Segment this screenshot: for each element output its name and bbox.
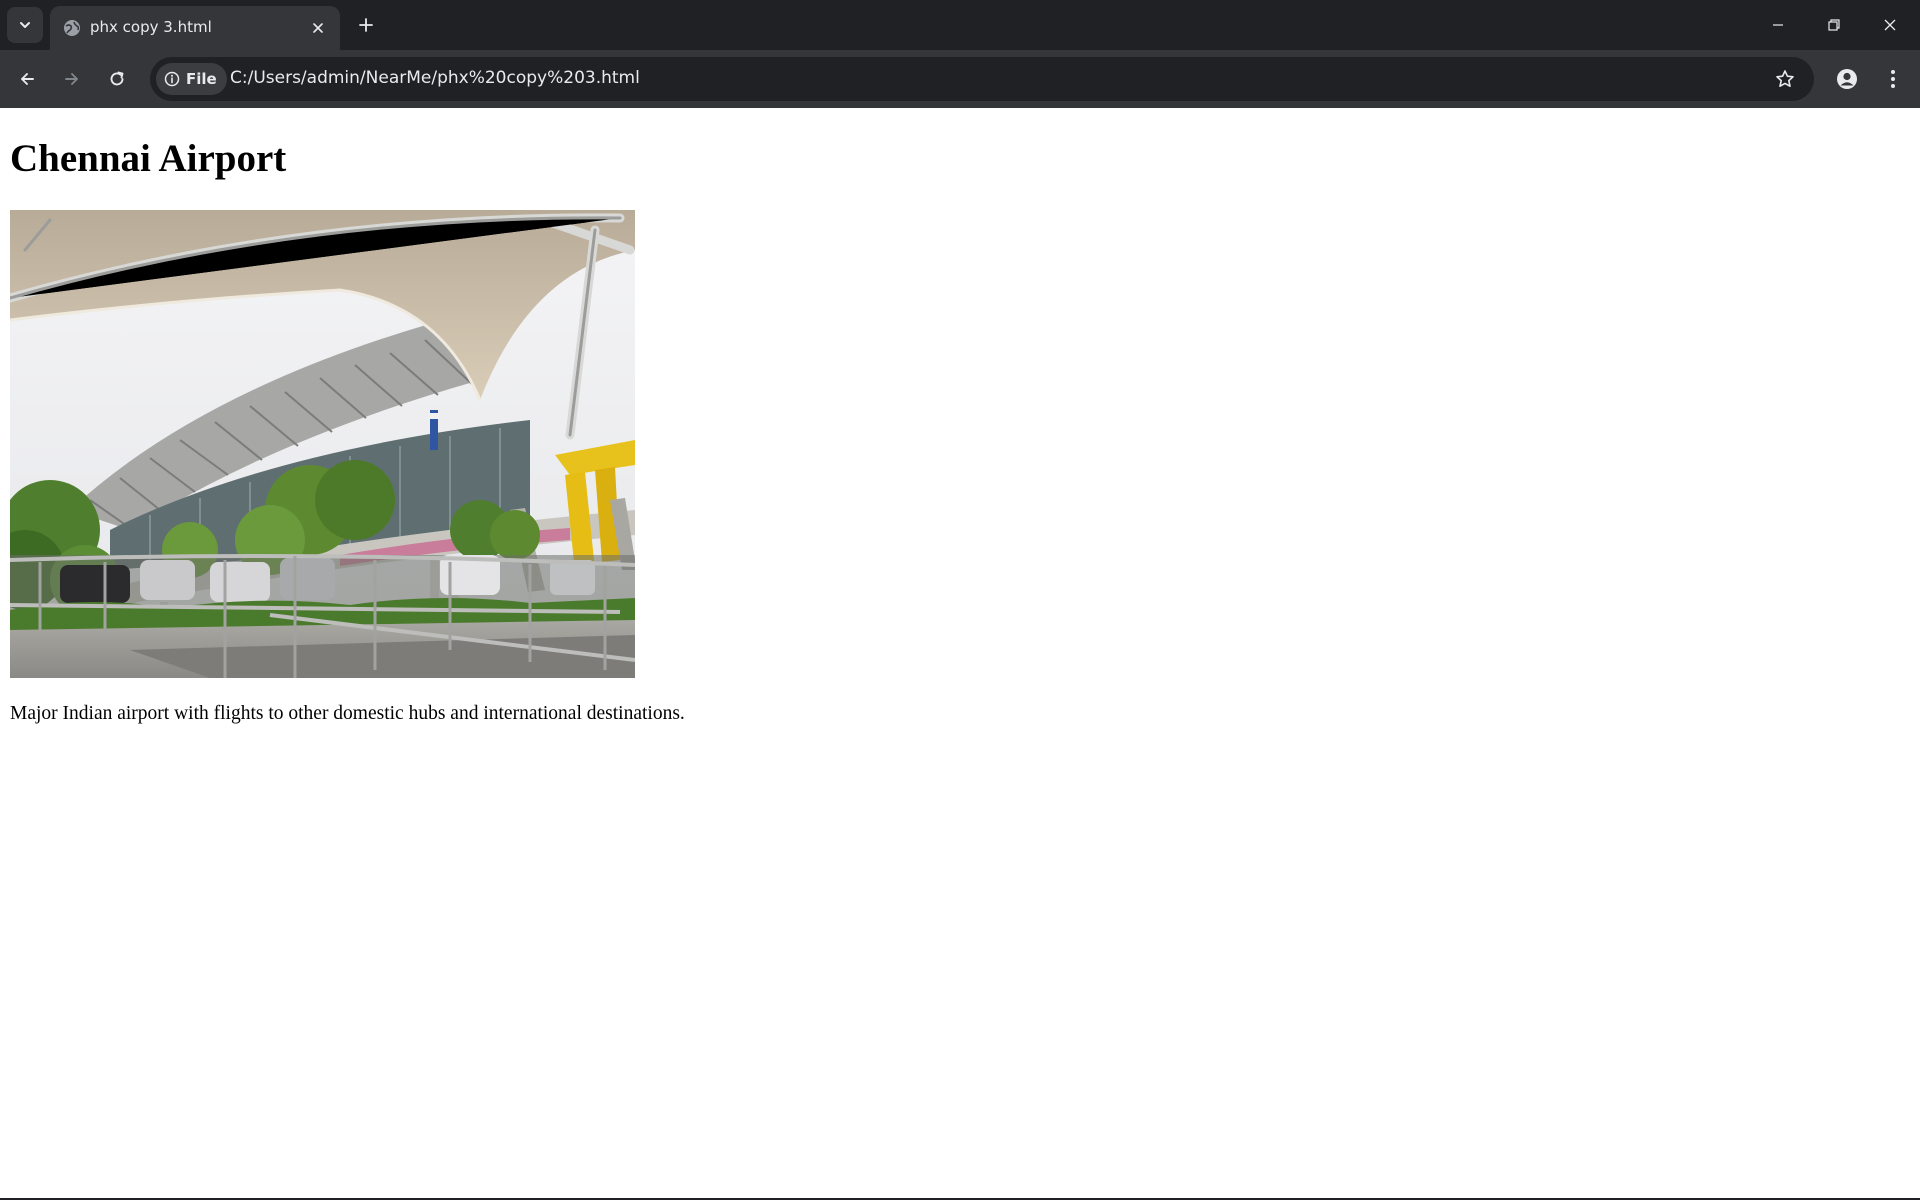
address-bar[interactable]: File C:/Users/admin/NearMe/phx%20copy%20… (150, 57, 1814, 101)
reload-icon (110, 71, 124, 86)
site-info-chip[interactable]: File (156, 63, 227, 95)
site-chip-label: File (186, 70, 217, 88)
tab-title: phx copy 3.html (90, 18, 212, 36)
chevron-down-icon (20, 22, 30, 28)
page-viewport: Chennai Airport Major Indian airport wit… (0, 108, 1920, 1200)
profile-button[interactable] (1830, 62, 1864, 96)
person-icon (1837, 69, 1857, 89)
minimize-button[interactable] (1750, 0, 1806, 50)
tab-search-button[interactable] (7, 7, 43, 43)
tab-close-button[interactable] (308, 18, 328, 38)
airport-terminal-photo (10, 210, 635, 678)
arrow-right-icon (65, 73, 78, 85)
window-close-button[interactable] (1862, 0, 1918, 50)
forward-button[interactable] (54, 61, 90, 97)
more-vertical-icon (1891, 70, 1895, 88)
browser-menu-button[interactable] (1876, 62, 1910, 96)
plus-icon (359, 18, 373, 32)
globe-icon (64, 20, 80, 36)
arrow-left-icon (21, 73, 34, 85)
restore-button[interactable] (1806, 0, 1862, 50)
close-icon (1884, 19, 1896, 31)
url-text[interactable]: C:/Users/admin/NearMe/phx%20copy%203.htm… (230, 68, 640, 88)
airport-description: Major Indian airport with flights to oth… (10, 703, 685, 724)
star-icon (1776, 70, 1794, 87)
active-tab[interactable]: phx copy 3.html (50, 6, 340, 50)
minimize-icon (1773, 24, 1783, 26)
terminal-illustration (10, 210, 635, 678)
restore-icon (1828, 19, 1840, 31)
page-title: Chennai Airport (10, 137, 287, 180)
browser-toolbar: File C:/Users/admin/NearMe/phx%20copy%20… (0, 50, 1920, 108)
new-tab-button[interactable] (352, 11, 380, 39)
close-icon (313, 23, 323, 33)
bookmark-button[interactable] (1770, 64, 1800, 94)
reload-button[interactable] (99, 61, 135, 97)
tab-strip: phx copy 3.html (0, 0, 1920, 50)
info-icon (164, 71, 180, 87)
back-button[interactable] (9, 61, 45, 97)
